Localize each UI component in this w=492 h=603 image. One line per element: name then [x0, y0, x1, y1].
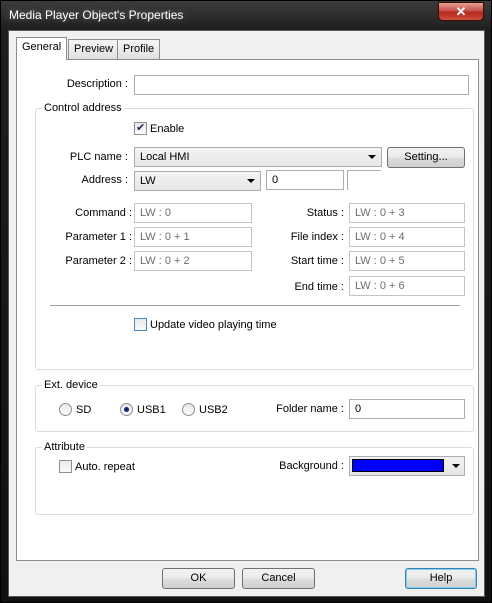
start-time-label: Start time :: [290, 255, 344, 267]
cancel-button[interactable]: Cancel: [242, 568, 315, 589]
help-button[interactable]: Help: [405, 568, 477, 589]
color-swatch: [352, 459, 444, 472]
background-label: Background :: [279, 460, 344, 472]
title-bar[interactable]: Media Player Object's Properties ✕: [1, 1, 491, 29]
description-label: Description :: [66, 78, 128, 90]
radio-sd-label: SD: [76, 403, 92, 416]
start-time-field: LW : 0 + 5: [349, 251, 465, 271]
enable-checkbox[interactable]: Enable: [134, 121, 185, 135]
separator: [50, 305, 460, 307]
radio-sd[interactable]: SD: [59, 403, 91, 416]
address-label: Address :: [81, 174, 128, 186]
update-video-label: Update video playing time: [150, 318, 277, 331]
general-tab-page: Description : Control address Enable PLC…: [16, 59, 479, 561]
parameter-2-label: Parameter 2 :: [65, 255, 132, 267]
status-field: LW : 0 + 3: [349, 203, 465, 223]
background-color-picker[interactable]: [349, 456, 465, 476]
status-label: Status :: [306, 207, 344, 219]
tab-preview[interactable]: Preview: [68, 39, 120, 59]
address-input[interactable]: 0: [266, 170, 344, 190]
update-video-checkbox[interactable]: Update video playing time: [134, 318, 277, 331]
folder-name-input[interactable]: 0: [349, 399, 465, 419]
close-button[interactable]: ✕: [438, 2, 484, 21]
tab-general-label: General: [22, 41, 62, 53]
setting-button[interactable]: Setting...: [387, 147, 465, 168]
chevron-down-icon: [247, 179, 255, 183]
description-input[interactable]: [134, 75, 469, 95]
radio-usb1-label: USB1: [137, 403, 166, 416]
address-type-dropdown[interactable]: LW: [134, 171, 261, 191]
chevron-down-icon: [452, 464, 460, 468]
ok-button[interactable]: OK: [162, 568, 235, 589]
tab-general[interactable]: General: [16, 37, 68, 60]
plc-name-value: Local HMI: [140, 151, 190, 163]
close-icon: ✕: [455, 4, 467, 19]
radio-usb2-label: USB2: [199, 403, 228, 416]
tab-profile-label: Profile: [123, 43, 155, 55]
end-time-field: LW : 0 + 6: [349, 276, 465, 296]
radio-usb2[interactable]: USB2: [182, 403, 228, 416]
parameter-1-field: LW : 0 + 1: [134, 227, 252, 247]
parameter-2-field: LW : 0 + 2: [134, 251, 252, 271]
enable-check-icon: [134, 121, 147, 135]
properties-dialog: Media Player Object's Properties ✕ Gener…: [0, 0, 492, 603]
control-address-title: Control address: [42, 102, 124, 114]
chevron-down-icon: [368, 155, 376, 159]
enable-label: Enable: [150, 122, 185, 135]
attribute-title: Attribute: [42, 441, 87, 453]
radio-sd-icon: [59, 403, 72, 416]
radio-usb1-icon: [120, 403, 133, 416]
plc-name-dropdown[interactable]: Local HMI: [134, 147, 382, 167]
address-extra-field[interactable]: [347, 170, 381, 190]
file-index-field: LW : 0 + 4: [349, 227, 465, 247]
folder-name-label: Folder name :: [276, 403, 344, 415]
ext-device-title: Ext. device: [42, 379, 100, 391]
parameter-1-label: Parameter 1 :: [65, 231, 132, 243]
plc-name-label: PLC name :: [69, 151, 128, 163]
auto-repeat-label: Auto. repeat: [75, 460, 135, 473]
radio-usb2-icon: [182, 403, 195, 416]
command-field: LW : 0: [134, 203, 252, 223]
auto-repeat-check-icon: [59, 460, 72, 473]
dialog-body: General Preview Profile Description : Co…: [8, 30, 485, 597]
window-title: Media Player Object's Properties: [9, 8, 184, 22]
file-index-label: File index :: [290, 231, 344, 243]
update-check-icon: [134, 318, 147, 331]
radio-usb1[interactable]: USB1: [120, 403, 166, 416]
auto-repeat-checkbox[interactable]: Auto. repeat: [59, 460, 135, 473]
tab-preview-label: Preview: [74, 43, 114, 55]
command-label: Command :: [75, 207, 132, 219]
tab-profile[interactable]: Profile: [117, 39, 161, 59]
address-type-value: LW: [140, 175, 156, 187]
end-time-label: End time :: [294, 281, 344, 293]
